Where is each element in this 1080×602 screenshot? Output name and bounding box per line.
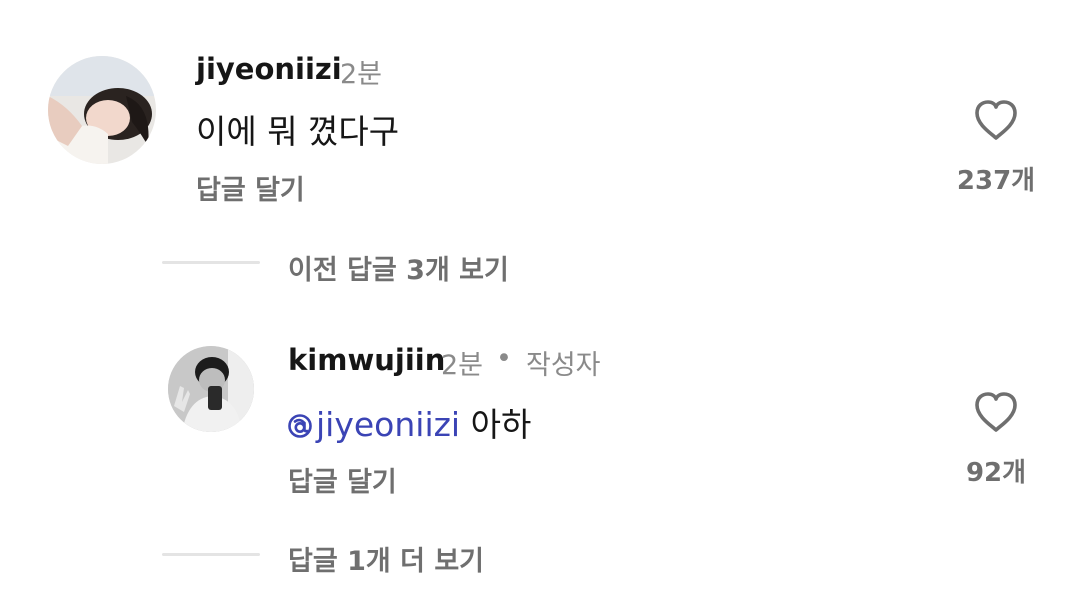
like-count: 92개 [965,458,1027,488]
author-badge: 작성자 [526,350,601,381]
threads-at-icon [286,409,314,438]
heart-icon[interactable] [972,98,1020,142]
reply-button[interactable]: 답글 달기 [196,168,305,207]
view-previous-replies-link[interactable]: 이전 답글 3개 보기 [288,248,509,287]
comment-text: 이에 뭐 꼈다구 [196,112,400,151]
mention-username: jiyeoniizi [316,405,461,444]
heart-icon[interactable] [972,390,1020,434]
profile-photo [168,346,254,432]
comment-timestamp: 2분 [441,350,484,381]
avatar-kimwujiin[interactable] [168,346,254,432]
mention-link[interactable]: jiyeoniizi [286,405,460,444]
like-count: 237개 [956,166,1036,196]
comment-text: jiyeoniizi 아하 [286,398,531,446]
thread-divider [162,261,260,264]
avatar-jiyeoniizi[interactable] [48,56,156,164]
reply-button[interactable]: 답글 달기 [288,460,397,499]
view-more-replies-link[interactable]: 답글 1개 더 보기 [288,539,484,578]
comment-timestamp: 2분 [340,59,383,90]
comment-username[interactable]: kimwujiin [288,343,445,377]
profile-photo [48,56,156,164]
comment-username[interactable]: jiyeoniizi [196,52,342,86]
meta-separator: • [496,343,512,374]
thread-divider [162,553,260,556]
reply-body: 아하 [470,405,532,444]
